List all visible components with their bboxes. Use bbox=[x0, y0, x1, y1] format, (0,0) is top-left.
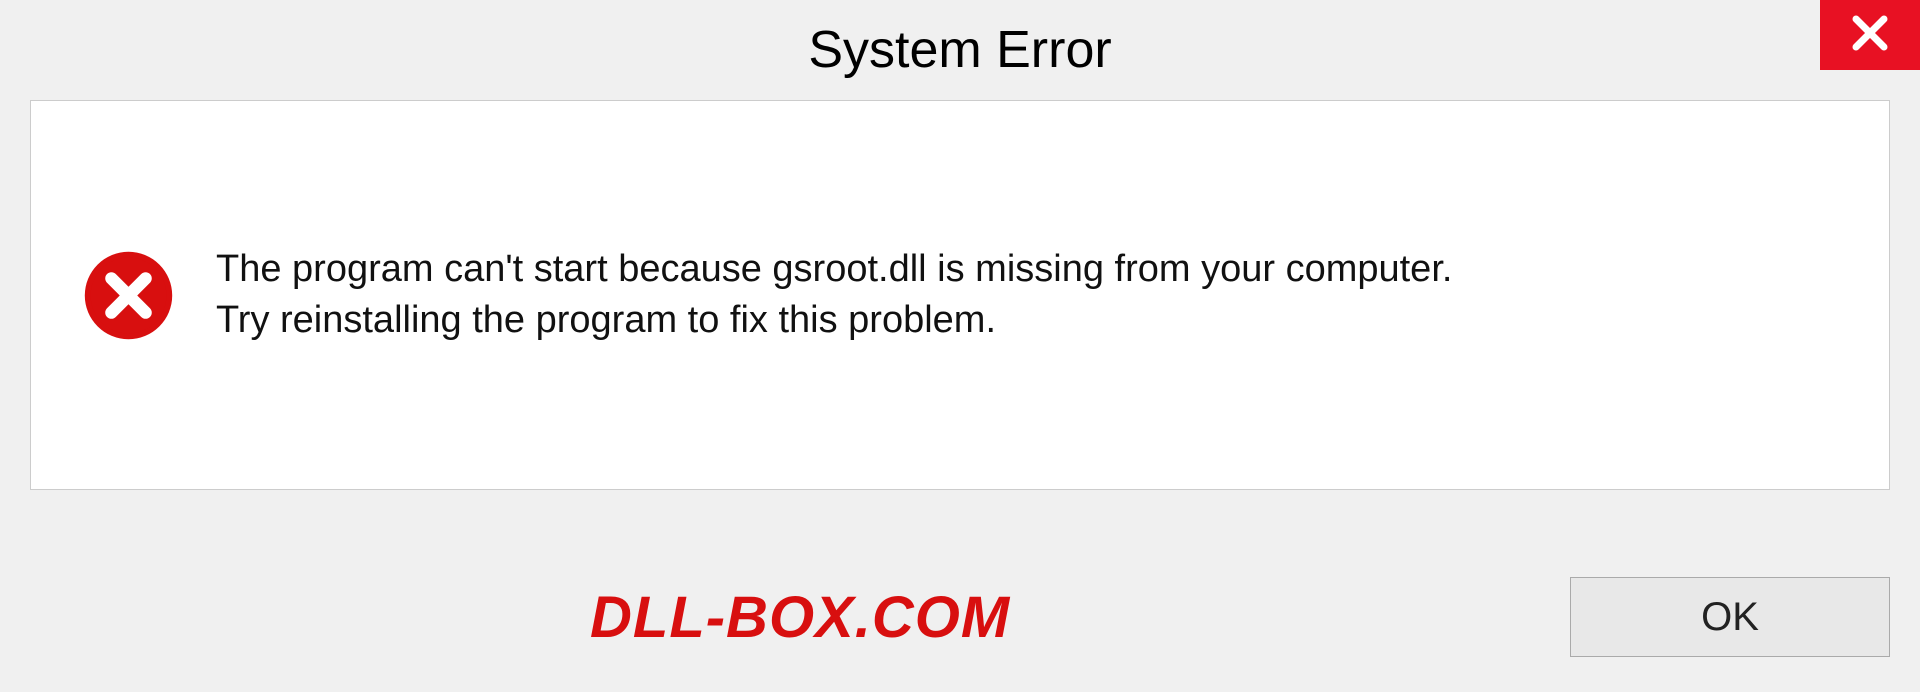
dialog-footer: DLL-BOX.COM OK bbox=[30, 572, 1890, 662]
titlebar: System Error bbox=[0, 0, 1920, 100]
error-icon bbox=[81, 248, 176, 343]
dialog-content: The program can't start because gsroot.d… bbox=[30, 100, 1890, 490]
close-button[interactable] bbox=[1820, 0, 1920, 70]
message-line-2: Try reinstalling the program to fix this… bbox=[216, 295, 1839, 346]
error-dialog: System Error The program can't start bec… bbox=[0, 0, 1920, 692]
watermark: DLL-BOX.COM bbox=[590, 584, 1010, 651]
dialog-title: System Error bbox=[808, 20, 1111, 80]
message-line-1: The program can't start because gsroot.d… bbox=[216, 244, 1839, 295]
close-icon bbox=[1849, 12, 1891, 59]
message-area: The program can't start because gsroot.d… bbox=[216, 244, 1839, 347]
ok-button[interactable]: OK bbox=[1570, 577, 1890, 657]
